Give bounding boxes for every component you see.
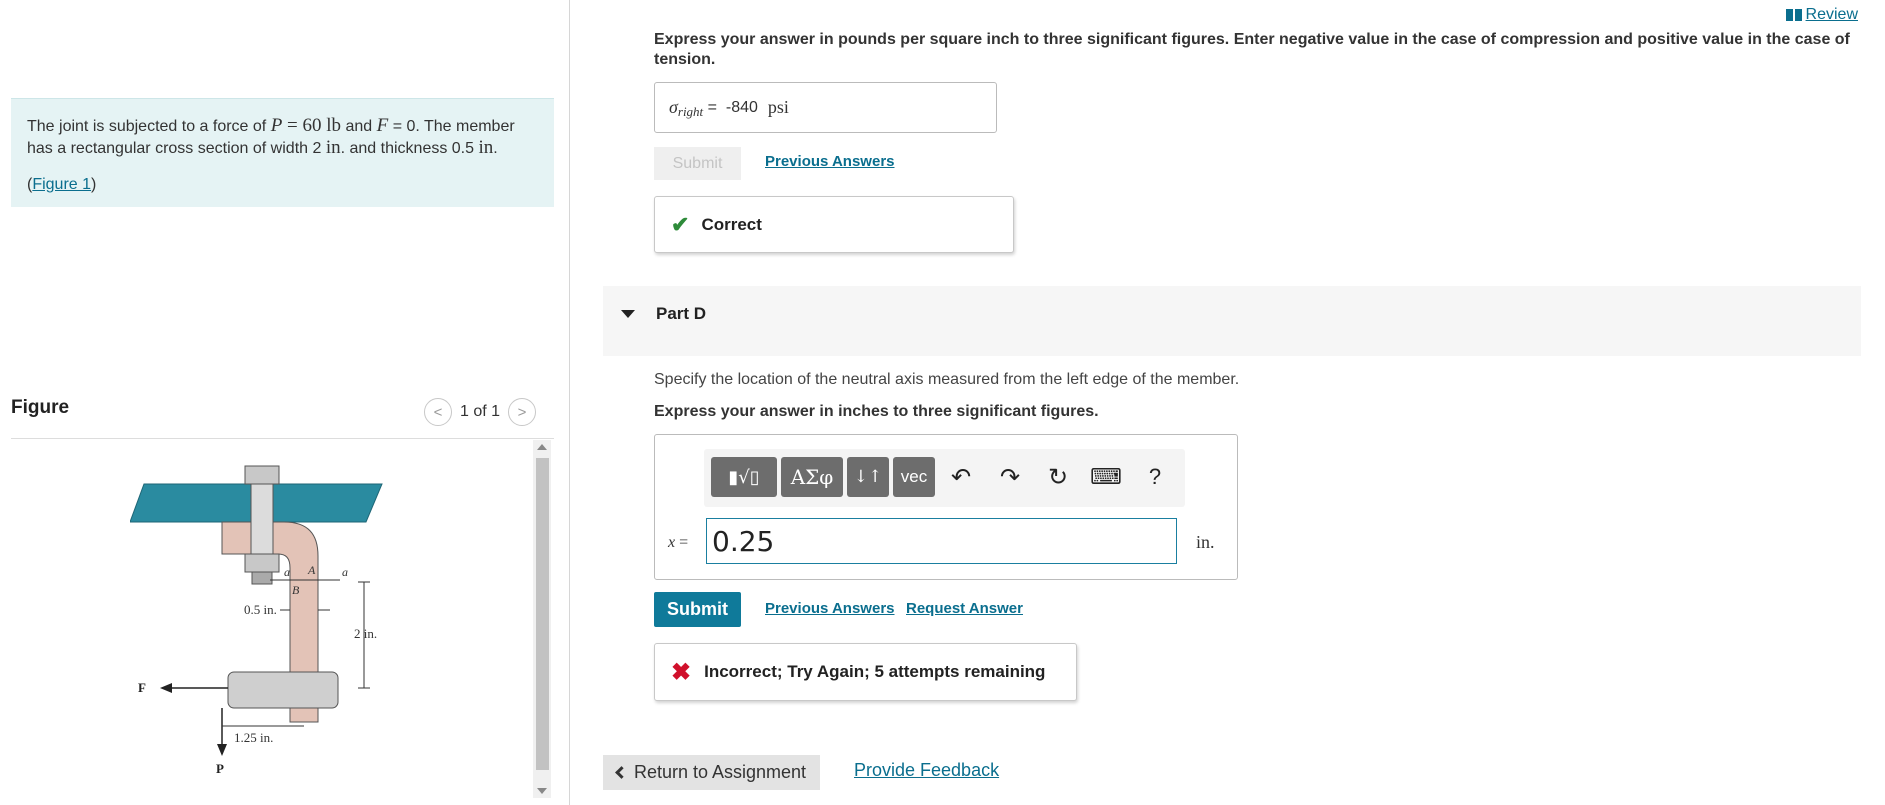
figure-link-row: (Figure 1) <box>27 174 538 195</box>
undo-button[interactable]: ↶ <box>945 461 977 493</box>
thickness-label: 0.5 in. <box>244 602 277 617</box>
p-unit: lb <box>326 115 342 136</box>
chevron-right-icon: > <box>517 403 527 421</box>
chevron-left-icon <box>615 766 628 779</box>
vector-button[interactable]: vec <box>893 457 935 497</box>
reset-icon: ↻ <box>1047 463 1069 491</box>
review-label: Review <box>1805 6 1858 23</box>
intro-text: The joint is subjected to a force of <box>27 118 271 135</box>
caret-down-icon[interactable] <box>621 310 635 318</box>
part-d-title: Part D <box>656 304 707 323</box>
redo-button[interactable]: ↷ <box>994 461 1026 493</box>
p-value: = 60 <box>282 115 327 136</box>
variable-label: x = <box>668 534 688 552</box>
section-a-right-label: a <box>342 565 348 579</box>
part-d-previous-answers-link[interactable]: Previous Answers <box>765 600 895 617</box>
book-icon <box>1785 9 1802 21</box>
return-label: Return to Assignment <box>633 762 807 782</box>
sigma-symbol: σ <box>669 97 678 117</box>
keyboard-button[interactable]: ⌨ <box>1090 461 1122 493</box>
figure-scrollbar[interactable] <box>533 440 551 798</box>
answer-input[interactable]: 0.25 <box>706 518 1177 564</box>
problem-text: The joint is subjected to a force of P =… <box>27 115 538 159</box>
bolt-thread <box>251 571 273 585</box>
x-mark-icon: ✖ <box>671 658 692 686</box>
figure-1-link[interactable]: Figure 1 <box>32 176 91 193</box>
review-link[interactable]: Review <box>1785 6 1858 24</box>
greek-icon: ΑΣφ <box>790 465 834 489</box>
arrows-icon: ↓↑ <box>853 467 883 487</box>
sigma-subscript: right <box>677 103 704 119</box>
problem-pane: The joint is subjected to a force of P =… <box>0 0 570 805</box>
templates-button[interactable]: ▮√▯ <box>711 457 777 497</box>
part-c-previous-answers-link[interactable]: Previous Answers <box>765 153 895 170</box>
request-answer-link[interactable]: Request Answer <box>906 600 1023 617</box>
thickness-unit: in <box>478 137 494 158</box>
incorrect-label: Incorrect; Try Again; 5 attempts remaini… <box>704 662 1046 681</box>
undo-icon: ↶ <box>950 463 972 491</box>
part-d-instruction: Express your answer in inches to three s… <box>654 403 1099 420</box>
intro-text: . <box>493 140 498 157</box>
figure-divider <box>11 438 554 439</box>
keyboard-icon: ⌨ <box>1090 464 1122 489</box>
figure-title: Figure <box>11 397 70 418</box>
chevron-left-icon: < <box>433 403 443 421</box>
reset-button[interactable]: ↻ <box>1042 461 1074 493</box>
part-d-prompt: Specify the location of the neutral axis… <box>654 371 1240 388</box>
redo-icon: ↷ <box>999 463 1021 491</box>
point-b-label: B <box>292 583 300 597</box>
part-c-submit-button[interactable]: Submit <box>654 147 741 180</box>
part-d-incorrect-feedback: ✖ Incorrect; Try Again; 5 attempts remain… <box>654 643 1077 701</box>
math-toolbar: ▮√▯ ΑΣφ ↓↑ vec ↶ ↷ ↻ ⌨ ? <box>704 449 1185 507</box>
part-c-correct-feedback: ✔ Correct <box>654 196 1014 253</box>
help-button[interactable]: ? <box>1139 461 1171 493</box>
checkmark-icon: ✔ <box>671 211 690 237</box>
width-label: 2 in. <box>354 626 377 641</box>
answer-editor: ▮√▯ ΑΣφ ↓↑ vec ↶ ↷ ↻ ⌨ ? x = 0.25 in. <box>654 434 1238 580</box>
return-to-assignment-button[interactable]: Return to Assignment <box>603 755 820 790</box>
bolt-head <box>244 465 280 485</box>
answer-value: 0.25 <box>712 524 775 558</box>
point-a-label: A <box>307 563 316 577</box>
force-f-label: F <box>138 680 146 695</box>
prev-figure-button[interactable]: < <box>424 398 452 426</box>
part-c-value: -840 <box>725 98 758 116</box>
next-figure-button[interactable]: > <box>508 398 537 426</box>
provide-feedback-link[interactable]: Provide Feedback <box>854 760 999 781</box>
force-p-label: P <box>216 761 224 776</box>
intro-text: . and thickness 0.5 <box>340 140 479 157</box>
vec-icon: vec <box>900 467 928 486</box>
scroll-down-icon[interactable] <box>537 788 547 794</box>
help-icon: ? <box>1148 464 1162 489</box>
pin <box>227 671 339 709</box>
width-unit: in <box>325 137 341 158</box>
equals-sign: = <box>675 534 689 551</box>
paren-close: ) <box>91 176 97 193</box>
scrollbar-thumb[interactable] <box>536 458 549 770</box>
part-c-instruction: Express your answer in pounds per square… <box>654 31 1850 68</box>
problem-statement: The joint is subjected to a force of P =… <box>11 98 554 207</box>
intro-text: and <box>341 118 377 135</box>
joint-figure: a a A B 0.5 in. 2 in. F P 1.25 in. <box>130 465 383 776</box>
part-d-header[interactable]: Part D <box>603 286 1861 356</box>
templates-icon: ▮√▯ <box>728 466 760 488</box>
f-symbol: F <box>376 115 389 136</box>
scroll-up-icon[interactable] <box>537 444 547 450</box>
part-c-unit: psi <box>767 97 789 117</box>
section-a-left-label: a <box>284 565 290 579</box>
equals-sign: = <box>703 98 722 116</box>
p-symbol: P <box>270 115 283 136</box>
part-d-submit-button[interactable]: Submit <box>654 592 741 627</box>
answer-unit: in. <box>1196 532 1215 552</box>
greek-symbols-button[interactable]: ΑΣφ <box>781 457 843 497</box>
offset-label: 1.25 in. <box>234 730 273 745</box>
bolt-nut <box>244 553 280 573</box>
bolt-shank <box>250 483 274 555</box>
part-c-answer-box: σ right = -840 psi <box>654 82 997 133</box>
figure-pager: < 1 of 1 > <box>424 398 537 426</box>
correct-label: Correct <box>701 214 762 234</box>
figure-page-count: 1 of 1 <box>460 403 501 420</box>
subscript-superscript-button[interactable]: ↓↑ <box>847 457 889 497</box>
